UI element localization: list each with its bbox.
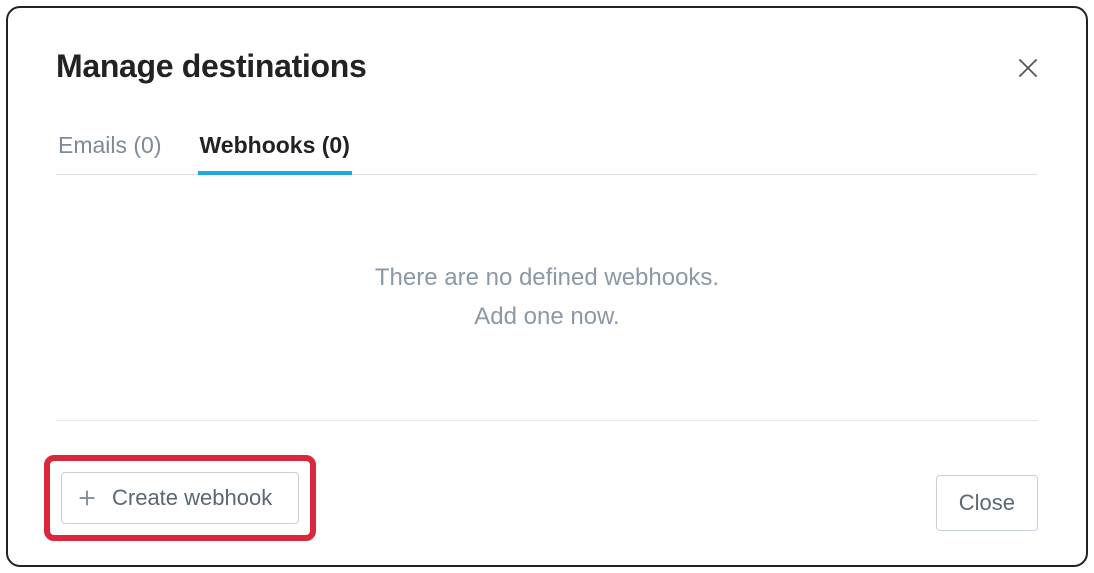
tab-webhooks[interactable]: Webhooks (0) <box>198 132 352 175</box>
modal-header: Manage destinations <box>56 48 1038 85</box>
empty-state: There are no defined webhooks. Add one n… <box>56 175 1038 421</box>
create-webhook-label: Create webhook <box>112 485 272 511</box>
create-webhook-highlight: Create webhook <box>44 455 316 541</box>
close-icon[interactable] <box>1014 54 1042 82</box>
tabs: Emails (0) Webhooks (0) <box>56 131 1038 175</box>
modal-title: Manage destinations <box>56 48 366 85</box>
tab-emails[interactable]: Emails (0) <box>56 132 164 175</box>
plus-icon <box>76 487 98 509</box>
modal-footer: Create webhook Close <box>56 421 1038 531</box>
create-webhook-button[interactable]: Create webhook <box>61 472 299 524</box>
manage-destinations-modal: Manage destinations Emails (0) Webhooks … <box>6 6 1088 567</box>
close-button-label: Close <box>959 490 1015 516</box>
close-button[interactable]: Close <box>936 475 1038 531</box>
empty-line-1: There are no defined webhooks. <box>375 259 719 297</box>
empty-line-2: Add one now. <box>474 298 619 336</box>
